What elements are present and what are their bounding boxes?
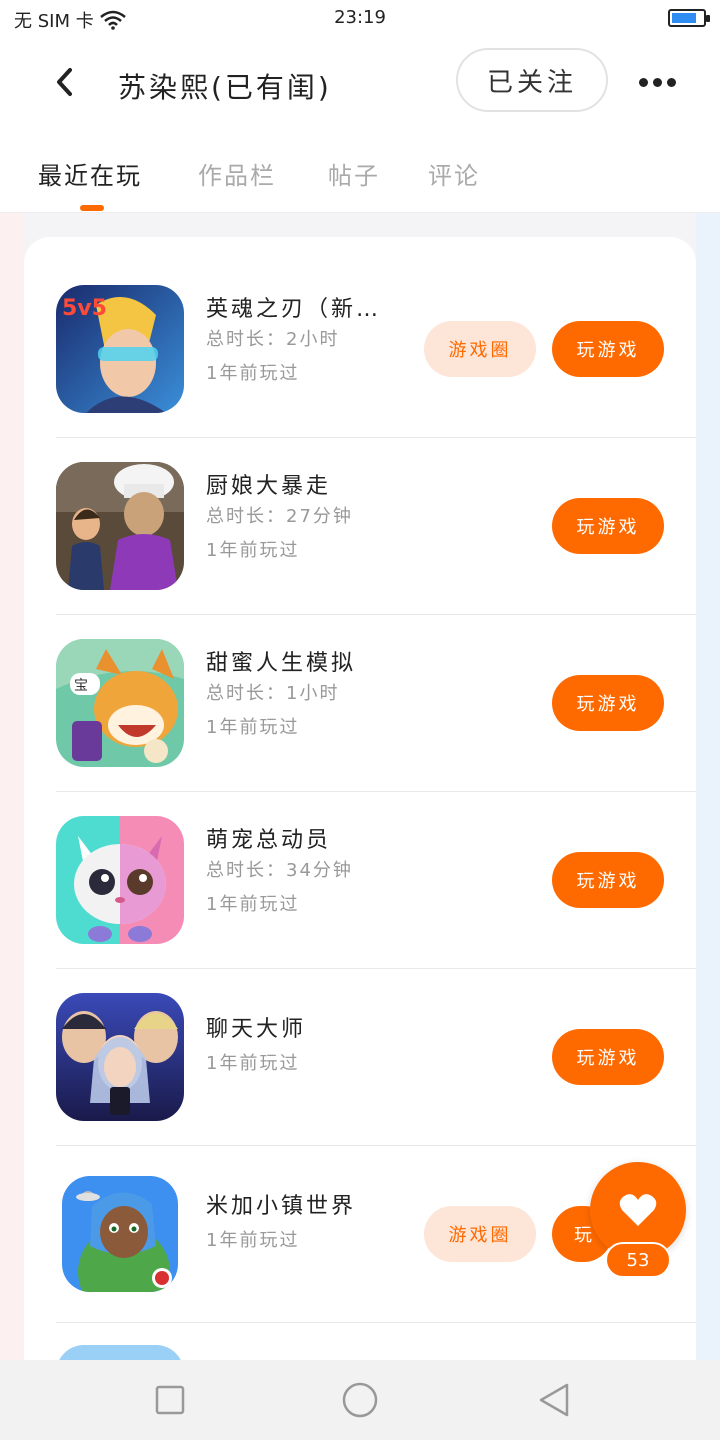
game-last-played: 1年前玩过 bbox=[206, 540, 300, 561]
game-duration: 总时长：1小时 bbox=[206, 683, 340, 704]
game-duration: 总时长：34分钟 bbox=[206, 860, 353, 881]
background-right bbox=[696, 213, 720, 1360]
back-nav-button[interactable] bbox=[534, 1380, 574, 1420]
more-dot-icon bbox=[666, 77, 676, 87]
play-game-button[interactable]: 玩游戏 bbox=[552, 321, 664, 377]
game-last-played: 1年前玩过 bbox=[206, 1053, 300, 1074]
status-time: 23:19 bbox=[334, 7, 386, 28]
game-circle-button[interactable]: 游戏圈 bbox=[424, 321, 536, 377]
game-last-played: 1年前玩过 bbox=[206, 717, 300, 738]
chef-game-icon[interactable] bbox=[56, 462, 184, 590]
tab-recent[interactable]: 最近在玩 bbox=[38, 156, 142, 191]
square-icon bbox=[155, 1385, 185, 1415]
pet-game-icon[interactable] bbox=[56, 816, 184, 944]
tab-posts[interactable]: 帖子 bbox=[328, 156, 380, 191]
list-item[interactable]: 厨娘大暴走 总时长：27分钟 1年前玩过 玩游戏 bbox=[56, 438, 696, 615]
page-title: 苏染熙(已有闺) bbox=[118, 71, 332, 104]
follow-button[interactable]: 已关注 bbox=[456, 48, 608, 112]
header: 苏染熙(已有闺) 已关注 bbox=[0, 36, 720, 136]
more-dot-icon bbox=[652, 77, 662, 87]
more-dot-icon bbox=[638, 77, 648, 87]
system-nav-bar bbox=[0, 1360, 720, 1440]
chat-game-icon[interactable] bbox=[56, 993, 184, 1121]
list-item[interactable] bbox=[56, 1323, 696, 1360]
game-name: 英魂之刃（新… bbox=[206, 297, 382, 322]
dog-game-icon[interactable]: 宝 bbox=[56, 639, 184, 767]
game-name: 甜蜜人生模拟 bbox=[206, 651, 357, 676]
list-item[interactable]: 聊天大师 1年前玩过 玩游戏 bbox=[56, 969, 696, 1146]
home-button[interactable] bbox=[340, 1380, 380, 1420]
tab-comments[interactable]: 评论 bbox=[428, 156, 480, 191]
triangle-back-icon bbox=[539, 1383, 569, 1417]
game-duration: 总时长：27分钟 bbox=[206, 506, 353, 527]
tab-indicator bbox=[80, 205, 104, 211]
hero-game-icon[interactable]: 5v5 bbox=[56, 285, 184, 413]
heart-icon bbox=[619, 1194, 657, 1226]
game-name: 米加小镇世界 bbox=[206, 1194, 357, 1219]
svg-text:宝: 宝 bbox=[74, 678, 88, 694]
play-game-button[interactable]: 玩游戏 bbox=[552, 1029, 664, 1085]
game-icon-partial[interactable] bbox=[56, 1345, 184, 1360]
game-last-played: 1年前玩过 bbox=[206, 363, 300, 384]
more-button[interactable] bbox=[632, 64, 682, 100]
game-last-played: 1年前玩过 bbox=[206, 894, 300, 915]
chevron-left-icon bbox=[57, 68, 72, 96]
status-bar: 无 SIM 卡 23:19 bbox=[0, 0, 720, 36]
play-game-button[interactable]: 玩游戏 bbox=[552, 852, 664, 908]
game-name: 厨娘大暴走 bbox=[206, 474, 332, 499]
play-game-button[interactable]: 玩游戏 bbox=[552, 498, 664, 554]
tab-works[interactable]: 作品栏 bbox=[198, 156, 276, 191]
game-duration: 总时长：2小时 bbox=[206, 329, 340, 350]
game-last-played: 1年前玩过 bbox=[206, 1230, 300, 1251]
like-count-badge: 53 bbox=[605, 1242, 671, 1278]
game-name: 聊天大师 bbox=[206, 1017, 307, 1042]
game-name: 萌宠总动员 bbox=[206, 828, 332, 853]
list-item[interactable]: 5v5 英魂之刃（新… 总时长：2小时 1年前玩过 游戏圈 玩游戏 bbox=[56, 261, 696, 438]
background-left bbox=[0, 213, 24, 1360]
town-game-icon[interactable] bbox=[62, 1176, 178, 1292]
svg-text:5v5: 5v5 bbox=[62, 296, 107, 321]
back-button[interactable] bbox=[44, 62, 84, 102]
circle-icon bbox=[342, 1382, 378, 1418]
recent-apps-button[interactable] bbox=[150, 1380, 190, 1420]
battery-icon bbox=[668, 9, 710, 27]
background-gap bbox=[24, 213, 696, 237]
tab-bar: 最近在玩 作品栏 帖子 评论 bbox=[0, 136, 720, 213]
list-item[interactable]: 宝 甜蜜人生模拟 总时长：1小时 1年前玩过 玩游戏 bbox=[56, 615, 696, 792]
play-game-button[interactable]: 玩游戏 bbox=[552, 675, 664, 731]
list-item[interactable]: 萌宠总动员 总时长：34分钟 1年前玩过 玩游戏 bbox=[56, 792, 696, 969]
game-circle-button[interactable]: 游戏圈 bbox=[424, 1206, 536, 1262]
